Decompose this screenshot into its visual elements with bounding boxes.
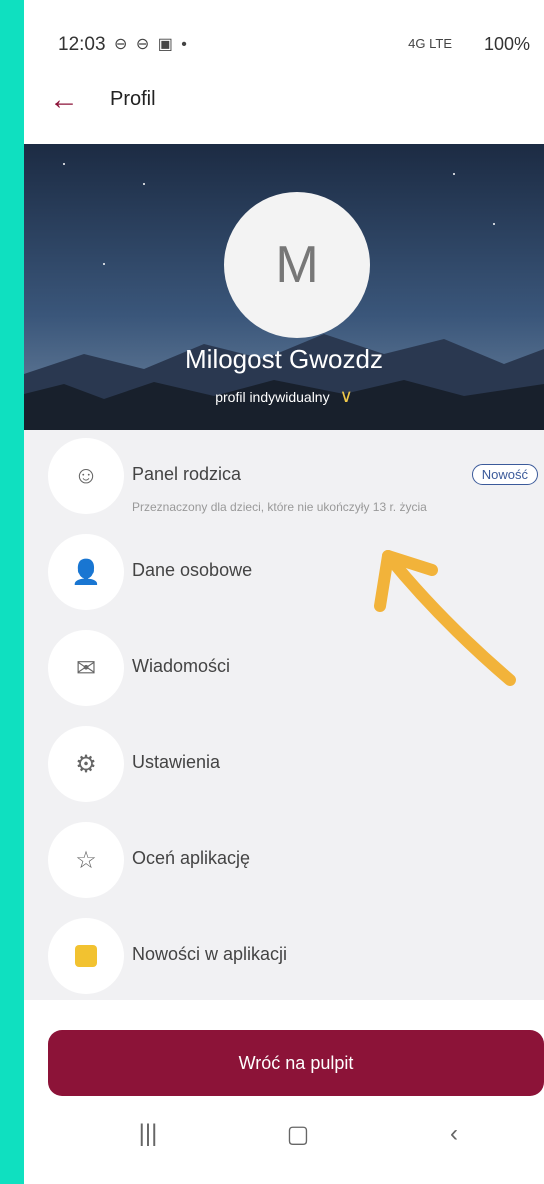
app-bar: ← Profil bbox=[24, 60, 544, 144]
menu-item-settings[interactable]: ⚙ Ustawienia bbox=[24, 718, 544, 814]
notification-icons: ⊖ ⊖ ▣ • bbox=[114, 36, 189, 53]
news-icon bbox=[48, 918, 124, 994]
menu-item-label: Panel rodzica bbox=[132, 464, 242, 484]
person-icon: 👤 bbox=[48, 534, 124, 610]
menu-item-label: Oceń aplikację bbox=[132, 848, 251, 868]
menu-item-label: Ustawienia bbox=[132, 752, 221, 772]
network-indicator: 4G LTE bbox=[408, 36, 452, 51]
phone-screen: 12:03 ⊖ ⊖ ▣ • 4G LTE 100% ← Profil M Mil… bbox=[24, 0, 544, 1184]
envelope-icon: ✉ bbox=[48, 630, 124, 706]
recent-apps-icon[interactable]: ||| bbox=[118, 1120, 178, 1148]
chevron-down-icon: ∨ bbox=[339, 386, 353, 406]
menu-item-label: Wiadomości bbox=[132, 656, 231, 676]
menu-item-label: Nowości w aplikacji bbox=[132, 944, 288, 964]
menu-item-rate-app[interactable]: ☆ Oceń aplikację bbox=[24, 814, 544, 910]
profile-menu: ☺ Panel rodzica Przeznaczony dla dzieci,… bbox=[24, 430, 544, 1000]
child-face-icon: ☺ bbox=[48, 438, 124, 514]
menu-item-subtitle: Przeznaczony dla dzieci, które nie ukońc… bbox=[132, 500, 427, 514]
battery-level: 100% bbox=[483, 34, 530, 54]
avatar[interactable]: M bbox=[224, 192, 370, 338]
menu-item-app-news[interactable]: Nowości w aplikacji bbox=[24, 910, 544, 1000]
arrow-left-icon[interactable]: ← bbox=[46, 82, 82, 118]
menu-item-messages[interactable]: ✉ Wiadomości bbox=[24, 622, 544, 718]
page-title: Profil bbox=[110, 88, 156, 110]
profile-header: M Milogost Gwozdz profil indywidualny ∨ bbox=[24, 144, 544, 430]
profile-name: Milogost Gwozdz bbox=[185, 344, 383, 374]
profile-type: profil indywidualny bbox=[215, 389, 330, 405]
status-time: 12:03 bbox=[58, 34, 106, 55]
menu-item-parent-panel[interactable]: ☺ Panel rodzica Przeznaczony dla dzieci,… bbox=[24, 430, 544, 526]
nav-back-icon[interactable]: ‹ bbox=[424, 1120, 484, 1148]
menu-item-personal-data[interactable]: 👤 Dane osobowe bbox=[24, 526, 544, 622]
menu-item-label: Dane osobowe bbox=[132, 560, 253, 580]
star-icon: ☆ bbox=[48, 822, 124, 898]
return-to-dashboard-button[interactable]: Wróć na pulpit bbox=[48, 1030, 544, 1096]
gear-icon: ⚙ bbox=[48, 726, 124, 802]
profile-type-selector[interactable]: profil indywidualny ∨ bbox=[24, 386, 544, 407]
home-icon[interactable]: ▢ bbox=[268, 1120, 328, 1149]
bottom-area: Wróć na pulpit ||| ▢ ‹ bbox=[24, 1000, 544, 1184]
new-badge: Nowość bbox=[471, 464, 538, 485]
